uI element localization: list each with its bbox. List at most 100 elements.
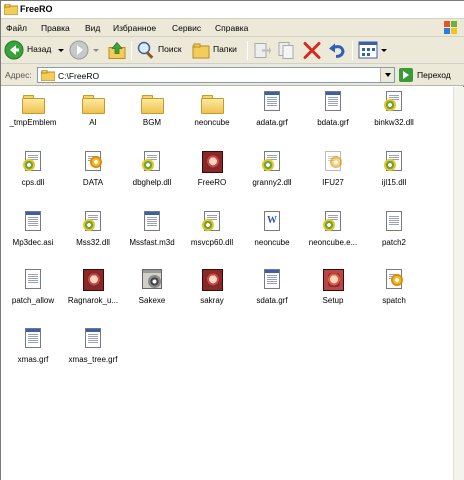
file-item[interactable]: FreeRO (182, 151, 242, 197)
folders-button[interactable]: Папки (191, 40, 243, 61)
file-item[interactable]: binkw32.dll (364, 91, 424, 137)
file-item[interactable]: IFU27 (303, 151, 363, 197)
file-label: adata.grf (256, 118, 288, 127)
chevron-down-icon[interactable] (381, 49, 387, 52)
file-item[interactable]: bdata.grf (303, 91, 363, 137)
menu-edit[interactable]: Правка (41, 23, 70, 33)
address-input[interactable]: C:\FreeRO (37, 67, 395, 83)
file-item[interactable]: msvcp60.dll (182, 211, 242, 257)
chevron-down-icon[interactable] (58, 49, 64, 52)
folders-icon (192, 43, 210, 59)
toolbar-separator (247, 41, 248, 60)
up-folder-icon[interactable] (107, 40, 127, 61)
file-label: BGM (142, 118, 162, 127)
chevron-down-icon[interactable] (93, 49, 99, 52)
config-file-icon (322, 151, 344, 175)
file-label: dbghelp.dll (132, 178, 172, 187)
file-item[interactable]: xmas.grf (3, 328, 63, 374)
menu-file[interactable]: Файл (6, 23, 27, 33)
folder-icon (22, 91, 45, 115)
go-button[interactable]: Переход (399, 67, 461, 83)
toolbar-separator (131, 41, 132, 60)
file-item[interactable]: xmas_tree.grf (63, 328, 123, 374)
file-item[interactable]: patch2 (364, 211, 424, 257)
file-item[interactable]: spatch (364, 269, 424, 315)
file-label: bdata.grf (317, 118, 349, 127)
file-item[interactable]: Setup (303, 269, 363, 315)
file-list: _tmpEmblem AI BGM neoncube adata.grf bdata.gr… (1, 87, 453, 480)
word-document-icon: W (261, 211, 283, 235)
search-label: Поиск (158, 44, 182, 54)
file-item[interactable]: AI (63, 91, 123, 137)
menu-help[interactable]: Справка (215, 23, 248, 33)
file-label: sakray (200, 296, 224, 305)
file-item[interactable]: patch_allow (3, 269, 63, 315)
move-to-icon[interactable] (252, 40, 272, 61)
file-item[interactable]: DATA (63, 151, 123, 197)
application-icon (201, 269, 223, 293)
file-item[interactable]: BGM (122, 91, 182, 137)
file-label: Mssfast.m3d (129, 238, 175, 247)
views-icon (358, 41, 378, 59)
file-item[interactable]: Ragnarok_u... (63, 269, 123, 315)
file-item[interactable]: adata.grf (242, 91, 302, 137)
toolbar: Назад Поиск Папки (1, 37, 464, 64)
forward-arrow-icon (69, 40, 89, 60)
back-button[interactable]: Назад (4, 40, 66, 61)
vertical-scrollbar[interactable] (453, 87, 464, 480)
menu-favorites[interactable]: Избранное (113, 23, 156, 33)
folders-label: Папки (213, 44, 237, 54)
file-item[interactable]: Sakexe (122, 269, 182, 315)
application-icon (82, 269, 104, 293)
dll-file-icon (82, 211, 104, 235)
file-item[interactable]: Mp3dec.asi (3, 211, 63, 257)
file-item[interactable]: neoncube (182, 91, 242, 137)
document-icon (82, 328, 104, 352)
document-icon (322, 91, 344, 115)
views-button[interactable] (358, 40, 388, 61)
file-item[interactable]: neoncube.e... (303, 211, 363, 257)
address-dropdown-button[interactable] (380, 68, 394, 82)
menu-bar: Файл Правка Вид Избранное Сервис Справка (1, 19, 464, 37)
file-item[interactable]: granny2.dll (242, 151, 302, 197)
file-label: granny2.dll (252, 178, 292, 187)
file-item[interactable]: Mss32.dll (63, 211, 123, 257)
file-label: neoncube.e... (308, 238, 358, 247)
file-item[interactable]: Mssfast.m3d (122, 211, 182, 257)
title-bar[interactable]: FreeRO (1, 1, 464, 19)
file-label: patch_allow (11, 296, 55, 305)
application-icon (201, 151, 223, 175)
forward-button[interactable] (69, 40, 99, 61)
file-label: IFU27 (322, 178, 344, 187)
search-button[interactable]: Поиск (136, 40, 186, 61)
file-item[interactable]: sdata.grf (242, 269, 302, 315)
folder-icon (82, 91, 105, 115)
copy-to-icon[interactable] (277, 40, 297, 61)
text-file-icon (22, 269, 44, 293)
dll-file-icon (22, 151, 44, 175)
file-item[interactable]: cps.dll (3, 151, 63, 197)
dll-file-icon (201, 211, 223, 235)
file-item[interactable]: _tmpEmblem (3, 91, 63, 137)
file-item[interactable]: Wneoncube (242, 211, 302, 257)
file-item[interactable]: dbghelp.dll (122, 151, 182, 197)
document-icon (22, 328, 44, 352)
dll-file-icon (383, 91, 405, 115)
menu-view[interactable]: Вид (85, 23, 100, 33)
file-label: spatch (382, 296, 406, 305)
file-label: AI (89, 118, 97, 127)
file-item[interactable]: ijl15.dll (364, 151, 424, 197)
file-label: ijl15.dll (381, 178, 407, 187)
undo-icon[interactable] (327, 40, 347, 61)
file-label: DATA (82, 178, 104, 187)
go-arrow-icon (399, 68, 413, 82)
delete-icon[interactable] (302, 40, 322, 61)
folder-icon (4, 4, 18, 15)
file-item[interactable]: sakray (182, 269, 242, 315)
search-icon (137, 41, 154, 59)
document-icon (261, 269, 283, 293)
file-label: xmas_tree.grf (68, 355, 118, 364)
menu-tools[interactable]: Сервис (172, 23, 201, 33)
window-title: FreeRO (20, 4, 53, 14)
address-label: Адрес: (5, 70, 32, 80)
